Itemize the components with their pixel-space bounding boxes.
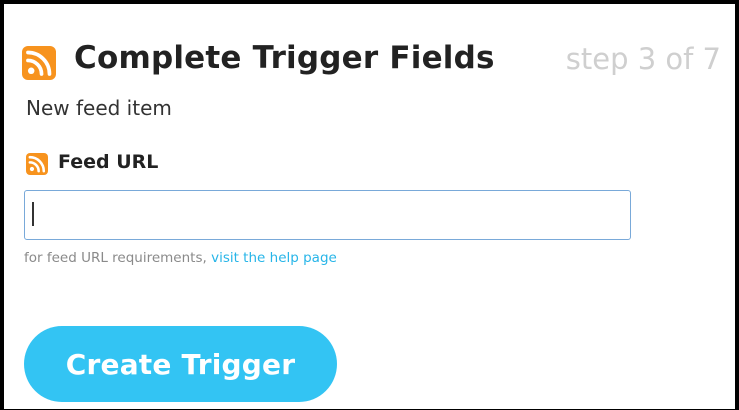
help-page-link[interactable]: visit the help page xyxy=(211,250,337,266)
trigger-subtitle: New feed item xyxy=(26,96,172,120)
text-cursor xyxy=(32,202,34,226)
feed-url-label: Feed URL xyxy=(58,151,159,173)
feed-url-input[interactable] xyxy=(24,190,631,240)
helper-text: for feed URL requirements, visit the hel… xyxy=(24,250,337,266)
rss-icon xyxy=(22,46,56,80)
helper-text-label: for feed URL requirements, xyxy=(24,250,212,266)
rss-icon xyxy=(26,153,48,175)
trigger-form-panel: Complete Trigger Fields step 3 of 7 New … xyxy=(0,0,739,410)
create-trigger-button[interactable]: Create Trigger xyxy=(24,326,337,402)
step-indicator: step 3 of 7 xyxy=(565,42,721,76)
page-title: Complete Trigger Fields xyxy=(74,40,495,76)
